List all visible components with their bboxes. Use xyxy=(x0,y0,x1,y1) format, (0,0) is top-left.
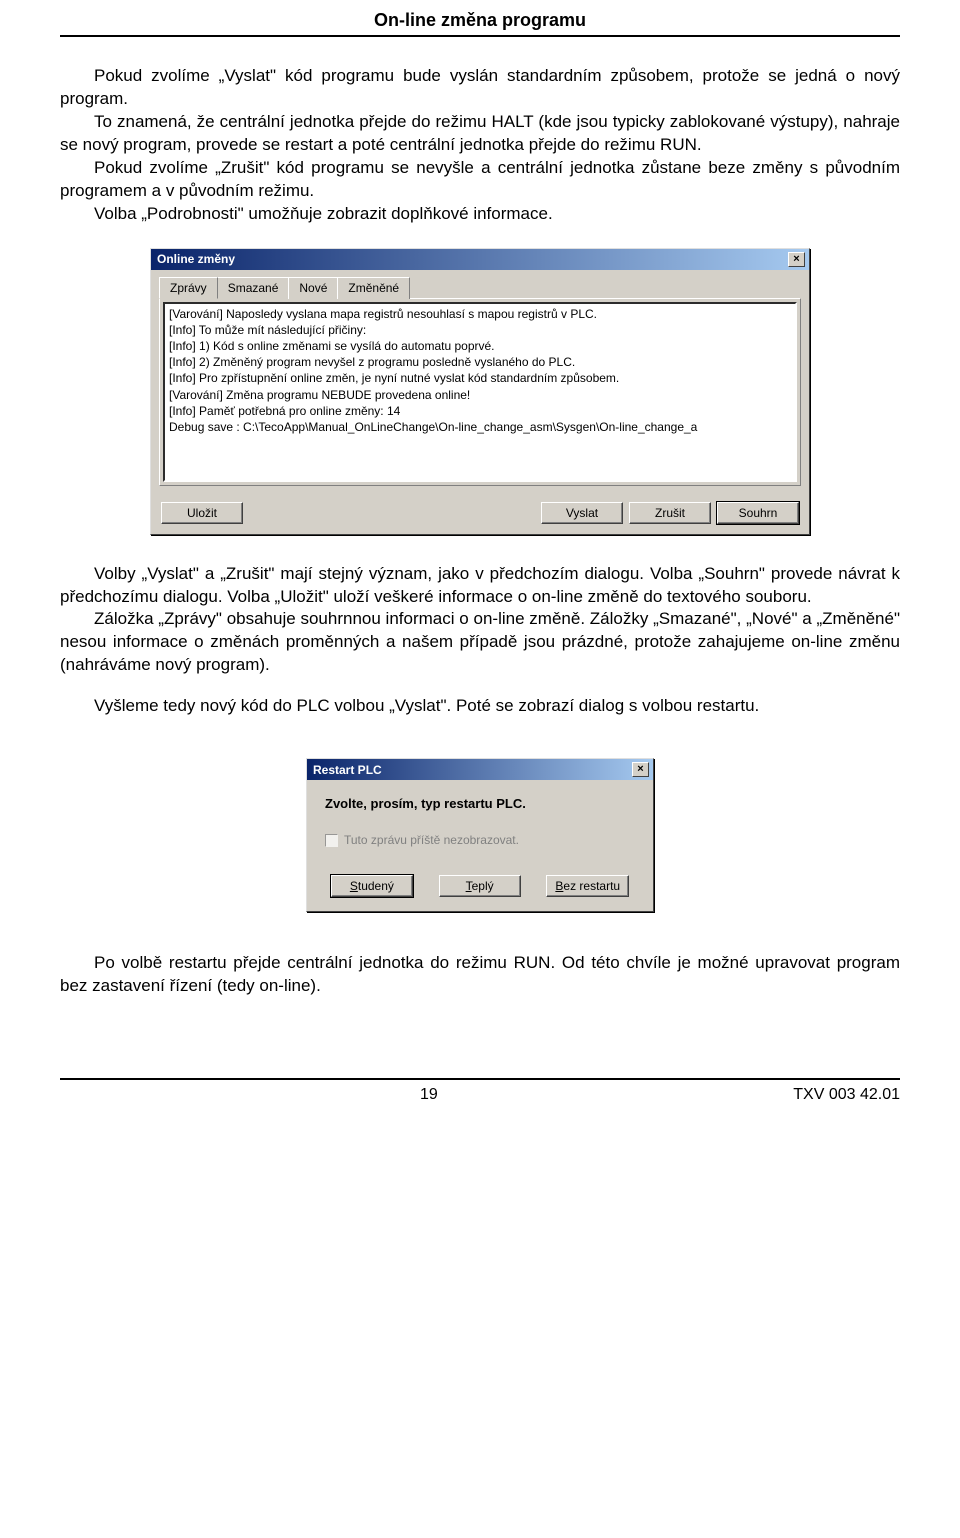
doc-code: TXV 003 42.01 xyxy=(793,1086,900,1104)
page-number: 19 xyxy=(420,1086,438,1104)
list-item: [Varování] Naposledy vyslana mapa regist… xyxy=(169,306,791,322)
message-list[interactable]: [Varování] Naposledy vyslana mapa regist… xyxy=(163,302,797,482)
paragraph-1: Pokud zvolíme „Vyslat" kód programu bude… xyxy=(60,65,900,111)
tab-body: [Varování] Naposledy vyslana mapa regist… xyxy=(159,298,801,486)
page-footer: . 19 TXV 003 42.01 xyxy=(60,1078,900,1104)
dialog-buttons: Uložit Vyslat Zrušit Souhrn xyxy=(151,494,809,534)
close-icon[interactable]: × xyxy=(788,252,805,267)
dialog-buttons: Studený Teplý Bez restartu xyxy=(307,865,653,911)
dialog-body: Zvolte, prosím, typ restartu PLC. Tuto z… xyxy=(307,780,653,865)
paragraph-2: To znamená, že centrální jednotka přejde… xyxy=(60,111,900,157)
body-text-2: Volby „Vyslat" a „Zrušit" mají stejný vý… xyxy=(60,563,900,719)
list-item: Debug save : C:\TecoApp\Manual_OnLineCha… xyxy=(169,419,791,435)
paragraph-8: Po volbě restartu přejde centrální jedno… xyxy=(60,952,900,998)
header-title: On-line změna programu xyxy=(374,10,586,30)
close-icon[interactable]: × xyxy=(632,762,649,777)
tab-strip: Zprávy Smazané Nové Změněné xyxy=(159,276,801,298)
restart-plc-dialog: Restart PLC × Zvolte, prosím, typ restar… xyxy=(306,758,654,912)
online-changes-dialog: Online změny × Zprávy Smazané Nové Změně… xyxy=(150,248,810,535)
list-item: [Info] To může mít následující přičiny: xyxy=(169,322,791,338)
checkbox-row: Tuto zprávu příště nezobrazovat. xyxy=(325,833,635,847)
no-restart-button[interactable]: Bez restartu xyxy=(546,875,629,897)
tab-zmenene[interactable]: Změněné xyxy=(337,277,410,299)
paragraph-3: Pokud zvolíme „Zrušit" kód programu se n… xyxy=(60,157,900,203)
restart-prompt: Zvolte, prosím, typ restartu PLC. xyxy=(325,796,635,811)
tab-smazane[interactable]: Smazané xyxy=(217,277,290,299)
list-item: [Info] Pro zpřístupnění online změn, je … xyxy=(169,370,791,386)
page-header: On-line změna programu xyxy=(60,0,900,37)
body-text-1: Pokud zvolíme „Vyslat" kód programu bude… xyxy=(60,65,900,226)
titlebar-text: Online změny xyxy=(157,252,235,266)
list-item: [Info] Paměť potřebná pro online změny: … xyxy=(169,403,791,419)
titlebar[interactable]: Online změny × xyxy=(151,249,809,270)
body-text-3: Po volbě restartu přejde centrální jedno… xyxy=(60,952,900,998)
tab-nove[interactable]: Nové xyxy=(288,277,338,299)
paragraph-7: Vyšleme tedy nový kód do PLC volbou „Vys… xyxy=(60,695,900,718)
list-item: [Info] 2) Změněný program nevyšel z prog… xyxy=(169,354,791,370)
cold-restart-button[interactable]: Studený xyxy=(331,875,413,897)
checkbox-icon[interactable] xyxy=(325,834,338,847)
screenshot-online-changes: Online změny × Zprávy Smazané Nové Změně… xyxy=(0,248,960,535)
list-item: [Varování] Změna programu NEBUDE provede… xyxy=(169,387,791,403)
checkbox-label: Tuto zprávu příště nezobrazovat. xyxy=(344,833,519,847)
warm-restart-button[interactable]: Teplý xyxy=(439,875,521,897)
cancel-button[interactable]: Zrušit xyxy=(629,502,711,524)
paragraph-5: Volby „Vyslat" a „Zrušit" mají stejný vý… xyxy=(60,563,900,609)
screenshot-restart-plc: Restart PLC × Zvolte, prosím, typ restar… xyxy=(0,758,960,912)
titlebar[interactable]: Restart PLC × xyxy=(307,759,653,780)
list-item: [Info] 1) Kód s online změnami se vysílá… xyxy=(169,338,791,354)
summary-button[interactable]: Souhrn xyxy=(717,502,799,524)
send-button[interactable]: Vyslat xyxy=(541,502,623,524)
save-button[interactable]: Uložit xyxy=(161,502,243,524)
tab-zpravy[interactable]: Zprávy xyxy=(159,277,218,299)
titlebar-text: Restart PLC xyxy=(313,763,382,777)
paragraph-4: Volba „Podrobnosti" umožňuje zobrazit do… xyxy=(60,203,900,226)
paragraph-6: Záložka „Zprávy" obsahuje souhrnnou info… xyxy=(60,608,900,677)
